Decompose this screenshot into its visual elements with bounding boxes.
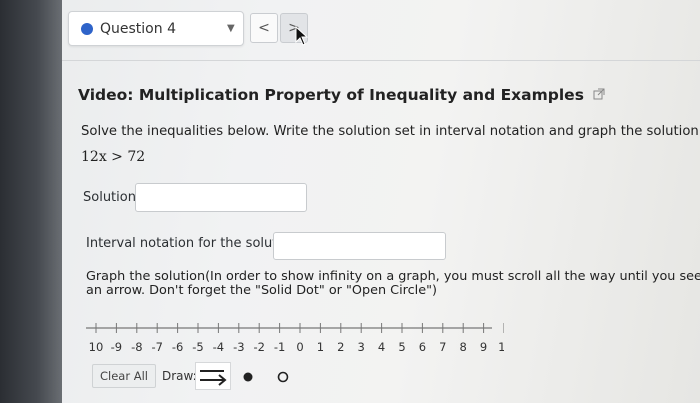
instructions-text: Solve the inequalities below. Write the …	[81, 124, 700, 139]
number-line-tick-label: -5	[192, 340, 203, 354]
number-line-tick-label: -6	[172, 340, 183, 354]
draw-label: Draw:	[162, 369, 197, 383]
number-line-tick-label: -9	[111, 340, 122, 354]
clear-all-button[interactable]: Clear All	[92, 364, 156, 388]
number-line-tick-label: -4	[213, 340, 224, 354]
number-line-tick-label: 1	[317, 340, 324, 354]
solution-label: Solution:	[83, 190, 141, 205]
number-line-tick-label: 6	[419, 340, 426, 354]
number-line-tick-label: -8	[131, 340, 142, 354]
number-line-tick-label: 1(	[498, 340, 504, 354]
number-line-tick-label: -2	[253, 340, 264, 354]
video-link-text[interactable]: Video: Multiplication Property of Inequa…	[78, 86, 584, 104]
number-line-tick-label: -7	[151, 340, 162, 354]
number-line-tick-label: 7	[439, 340, 446, 354]
number-line-tick-label: 4	[378, 340, 385, 354]
previous-question-button[interactable]: <	[250, 13, 278, 43]
number-line-tick-label: 3	[358, 340, 365, 354]
open-circle-tool[interactable]	[272, 366, 294, 388]
interval-notation-label: Interval notation for the solution:	[86, 236, 302, 251]
question-select-label: Question 4	[100, 21, 176, 37]
inequality-expression: 12x > 72	[81, 149, 146, 165]
number-line-tick-label: 9	[480, 340, 487, 354]
graph-instructions: Graph the solution(In order to show infi…	[86, 269, 700, 298]
ray-tool-button[interactable]	[195, 362, 231, 390]
solid-dot-tool[interactable]	[237, 366, 259, 388]
screen-bezel	[0, 0, 62, 403]
question-status-dot-icon	[81, 23, 93, 35]
question-nav-bar: Question 4 ▼ < >	[62, 0, 700, 61]
number-line-tick-label: -1	[274, 340, 285, 354]
external-link-icon[interactable]	[593, 88, 605, 100]
mouse-cursor-icon	[295, 26, 309, 46]
chevron-down-icon: ▼	[227, 23, 235, 34]
page-title[interactable]: Video: Multiplication Property of Inequa…	[78, 86, 605, 104]
number-line-tick-label: 0	[296, 340, 303, 354]
question-page: Question 4 ▼ < > Video: Multiplication P…	[62, 0, 700, 403]
number-line-tick-label: 2	[337, 340, 344, 354]
number-line-tick-label: 8	[460, 340, 467, 354]
number-line-tick-label: -3	[233, 340, 244, 354]
number-line-graph[interactable]: 10 -9 -8 -7 -6 -5 -4 -3 -2 -1 0123456789 1(	[84, 318, 504, 360]
solution-input[interactable]	[135, 183, 307, 212]
question-select[interactable]: Question 4 ▼	[68, 11, 244, 46]
number-line-tick-label: 10	[89, 340, 104, 354]
interval-notation-input[interactable]	[273, 232, 446, 260]
number-line-tick-label: 5	[398, 340, 405, 354]
ray-arrow-icon	[200, 370, 227, 386]
clear-all-label: Clear All	[100, 369, 148, 383]
previous-label: <	[258, 20, 270, 36]
